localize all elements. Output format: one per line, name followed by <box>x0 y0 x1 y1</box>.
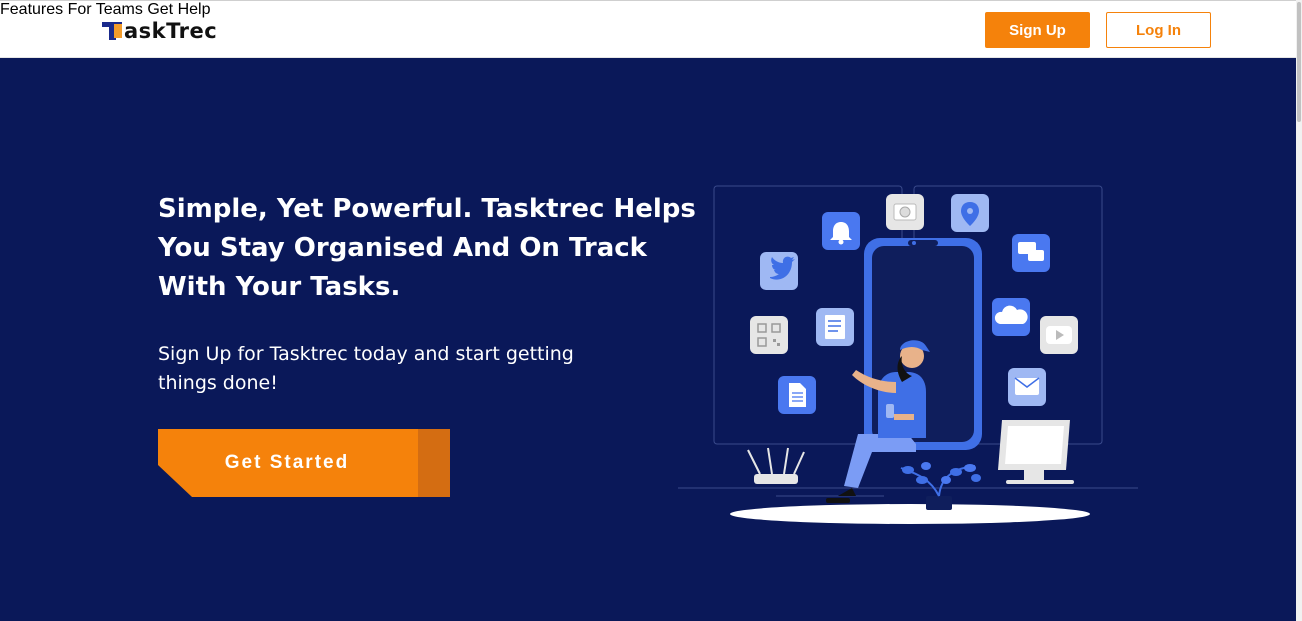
scrollbar-thumb[interactable] <box>1297 2 1301 122</box>
chat-icon <box>1012 234 1050 272</box>
hero-section: Simple, Yet Powerful. Tasktrec Helps You… <box>0 58 1296 621</box>
top-navbar: askTrec Features For Teams Get Help Sign… <box>0 0 1302 58</box>
document-icon <box>816 308 854 346</box>
file-icon <box>778 376 816 414</box>
qr-code-icon <box>750 316 788 354</box>
nav-link-features[interactable]: Features <box>0 1 63 18</box>
logo-text: askTrec <box>124 19 218 43</box>
log-in-button[interactable]: Log In <box>1106 12 1211 48</box>
monitor-icon <box>998 420 1074 484</box>
mail-icon <box>1008 368 1046 406</box>
cta-label: Get Started <box>224 452 350 473</box>
logo-t-mark-icon <box>102 21 124 41</box>
location-pin-icon <box>951 194 989 232</box>
nav-link-get-help[interactable]: Get Help <box>147 1 210 18</box>
hero-subtitle: Sign Up for Tasktrec today and start get… <box>158 343 574 394</box>
hero-illustration <box>678 185 1138 524</box>
brand-logo[interactable]: askTrec <box>102 19 217 43</box>
cta-side-shape <box>418 429 450 497</box>
nav-link-for-teams[interactable]: For Teams <box>68 1 143 18</box>
twitter-icon <box>760 252 798 290</box>
hero-title: Simple, Yet Powerful. Tasktrec Helps You… <box>158 194 696 302</box>
bell-icon <box>822 212 860 250</box>
router-icon <box>747 447 805 484</box>
sign-up-button[interactable]: Sign Up <box>985 12 1090 48</box>
get-started-button[interactable]: Get Started <box>158 429 450 497</box>
vertical-scrollbar[interactable] <box>1296 0 1302 621</box>
youtube-icon <box>1040 316 1078 354</box>
camera-icon <box>886 194 924 230</box>
floor-shadow <box>730 504 1090 524</box>
cloud-icon <box>992 298 1030 336</box>
plant-icon <box>900 462 981 510</box>
